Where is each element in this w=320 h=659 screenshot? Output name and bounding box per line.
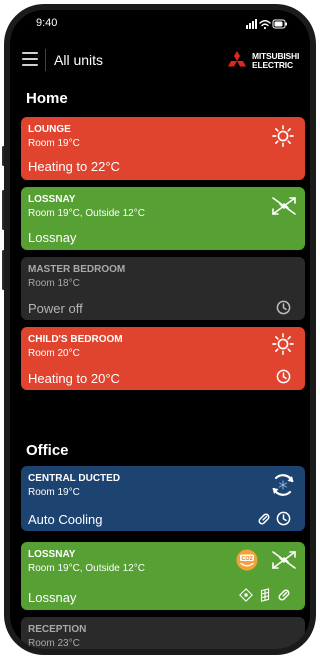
wifi-dot xyxy=(263,26,267,30)
sun-icon xyxy=(272,333,294,355)
unit-room-temp: Room 19°C, Outside 12°C xyxy=(28,563,145,574)
clock-icon xyxy=(276,511,291,526)
filter-icon xyxy=(260,588,270,602)
auto-cooling-icon xyxy=(272,474,294,496)
battery-icon xyxy=(272,19,287,29)
unit-name: LOUNGE xyxy=(28,124,71,135)
unit-mode: Heating to 20°C xyxy=(28,371,120,386)
brand-name: MITSUBISHI ELECTRIC xyxy=(252,51,300,70)
unit-room-temp: Room 18°C xyxy=(28,278,80,289)
status-time: 9:40 xyxy=(36,17,58,29)
link-icon xyxy=(258,513,270,525)
unit-card-childs-bedroom[interactable]: CHILD'S BEDROOM Room 20°C Heating to 20°… xyxy=(21,327,305,390)
sensor-icon xyxy=(239,588,253,602)
wifi-icon xyxy=(259,20,271,27)
unit-room-temp: Room 19°C, Outside 12°C xyxy=(28,208,145,219)
unit-card-master-bedroom[interactable]: MASTER BEDROOM Room 18°C Power off xyxy=(21,257,305,320)
co2-badge-icon: CO2 xyxy=(236,549,258,571)
unit-mode: Lossnay xyxy=(28,230,77,245)
unit-mode: Auto Cooling xyxy=(28,512,103,527)
unit-card-central-ducted[interactable]: CENTRAL DUCTED Room 19°C Auto Cooling xyxy=(21,466,305,531)
status-icons xyxy=(246,19,287,30)
unit-room-temp: Room 23°C xyxy=(28,638,80,649)
unit-mode: Power off xyxy=(28,301,83,316)
unit-card-lounge[interactable]: LOUNGE Room 19°C Heating to 22°C xyxy=(21,117,305,180)
svg-text:CO2: CO2 xyxy=(241,556,252,562)
clock-icon xyxy=(276,300,291,315)
ventilation-icon xyxy=(272,197,296,215)
app-bar: All units MITSUBISHI ELECTRIC xyxy=(10,46,310,80)
unit-card-lossnay[interactable]: LOSSNAY Room 19°C, Outside 12°C Lossnay xyxy=(21,187,305,250)
unit-name: LOSSNAY xyxy=(28,549,76,560)
mitsubishi-diamonds-icon xyxy=(228,51,246,67)
signal-icon xyxy=(246,19,257,29)
unit-room-temp: Room 20°C xyxy=(28,348,80,359)
phone-frame: 9:40 All units MITSUBISHI ELECTRIC Home … xyxy=(0,0,320,659)
screen: 9:40 All units MITSUBISHI ELECTRIC Home … xyxy=(10,10,310,649)
unit-list: Home LOUNGE Room 19°C Heating to 22°C LO… xyxy=(10,80,310,649)
unit-name: CHILD'S BEDROOM xyxy=(28,334,123,345)
unit-mode: Heating to 22°C xyxy=(28,159,120,174)
unit-name: LOSSNAY xyxy=(28,194,76,205)
unit-card-reception[interactable]: RECEPTION Room 23°C xyxy=(21,617,305,649)
unit-name: MASTER BEDROOM xyxy=(28,264,126,275)
unit-name: RECEPTION xyxy=(28,624,87,635)
ventilation-icon xyxy=(272,551,296,569)
page-title: All units xyxy=(54,52,104,68)
clock-icon xyxy=(276,369,291,384)
link-icon xyxy=(278,589,290,601)
unit-name: CENTRAL DUCTED xyxy=(28,473,121,484)
app-bar-divider xyxy=(45,49,46,71)
unit-mode: Lossnay xyxy=(28,590,77,605)
unit-card-lossnay-office[interactable]: LOSSNAY Room 19°C, Outside 12°C Lossnay … xyxy=(21,542,305,610)
status-bar: 9:40 xyxy=(10,10,310,40)
group-title-home: Home xyxy=(26,90,68,107)
sun-icon xyxy=(272,125,294,147)
unit-room-temp: Room 19°C xyxy=(28,487,80,498)
menu-icon[interactable] xyxy=(22,52,38,66)
group-title-office: Office xyxy=(26,442,69,459)
unit-room-temp: Room 19°C xyxy=(28,138,80,149)
brand-logo: MITSUBISHI ELECTRIC xyxy=(224,50,302,72)
